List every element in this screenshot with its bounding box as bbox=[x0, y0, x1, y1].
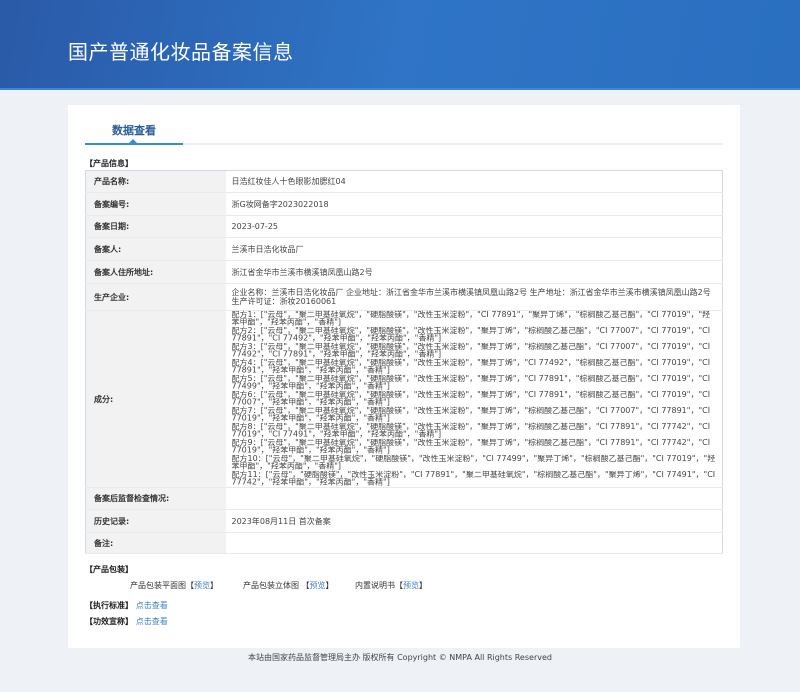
content-card: 数据查看 【产品信息】 产品名称: 日浩红妆佳人十色眼影加腮红04 备案编号: 浙G… bbox=[68, 105, 740, 648]
preview-link[interactable]: 预览 bbox=[310, 581, 326, 590]
bracket: 【 bbox=[186, 581, 194, 590]
table-row: 产品名称: 日浩红妆佳人十色眼影加腮红04 bbox=[85, 170, 723, 193]
formula: 配方6：["云母"，"聚二甲基硅氧烷"，"硬脂酸镁"，"改性玉米淀粉"，"聚异丁… bbox=[231, 390, 711, 407]
page-header: 国产普通化妆品备案信息 bbox=[0, 0, 800, 90]
table-row: 备案后监督检查情况: bbox=[85, 487, 723, 510]
formula: 配方3：["云母"，"聚二甲基硅氧烷"，"硬脂酸镁"，"改性玉米淀粉"，"聚异丁… bbox=[231, 342, 711, 359]
row-value: 日浩红妆佳人十色眼影加腮红04 bbox=[225, 170, 723, 193]
table-row: 历史记录: 2023年08月11日 首次备案 bbox=[85, 509, 723, 533]
formula: 配方4：["云母"，"聚二甲基硅氧烷"，"硬脂酸镁"，"改性玉米淀粉"，"聚异丁… bbox=[231, 358, 711, 375]
package-label: 产品包装立体图 bbox=[243, 581, 299, 590]
formula: 配方2：["云母"，"聚二甲基硅氧烷"，"硬脂酸镁"，"改性玉米淀粉"，"聚异丁… bbox=[231, 326, 711, 343]
efficacy-view-link[interactable]: 点击查看 bbox=[136, 617, 168, 626]
row-value: 2023年08月11日 首次备案 bbox=[225, 509, 723, 533]
row-label: 成分: bbox=[85, 310, 226, 488]
package-label: 内置说明书 bbox=[355, 581, 395, 590]
tab-data-view[interactable]: 数据查看 bbox=[85, 122, 183, 138]
formula: 配方8：["云母"，"聚二甲基硅氧烷"，"硬脂酸镁"，"改性玉米淀粉"，"聚异丁… bbox=[231, 422, 711, 439]
row-value bbox=[225, 532, 723, 554]
section-label: 【执行标准】 bbox=[85, 601, 133, 610]
package-flat-item: 产品包装平面图【预览】 bbox=[130, 580, 218, 591]
row-value bbox=[225, 487, 723, 510]
formula: 配方5：["云母"，"聚二甲基硅氧烷"，"硬脂酸镁"，"改性玉米淀粉"，"聚异丁… bbox=[231, 374, 711, 391]
row-value: 企业名称：兰溪市日浩化妆品厂 企业地址：浙江省金华市兰溪市横溪镇凤凰山路2号 生… bbox=[225, 283, 723, 311]
row-label: 备案人: bbox=[85, 237, 226, 261]
bracket: 】 bbox=[419, 581, 427, 590]
row-label: 备案编号: bbox=[85, 192, 226, 216]
section-product-info: 【产品信息】 bbox=[85, 159, 133, 168]
row-value: 浙G妆网备字2023022018 bbox=[225, 192, 723, 216]
preview-link[interactable]: 预览 bbox=[403, 581, 419, 590]
section-efficacy: 【功效宣称】 点击查看 bbox=[85, 616, 168, 627]
package-manual-item: 内置说明书【预览】 bbox=[355, 580, 427, 591]
package-3d-item: 产品包装立体图 【预览】 bbox=[243, 580, 334, 591]
footer-copyright: 本站由国家药品监督管理局主办 版权所有 Copyright © NMPA All… bbox=[248, 653, 552, 662]
package-label: 产品包装平面图 bbox=[130, 581, 186, 590]
row-label: 历史记录: bbox=[85, 509, 226, 533]
product-info-table: 产品名称: 日浩红妆佳人十色眼影加腮红04 备案编号: 浙G妆网备字20230220… bbox=[85, 170, 723, 554]
standard-view-link[interactable]: 点击查看 bbox=[136, 601, 168, 610]
table-row: 备案编号: 浙G妆网备字2023022018 bbox=[85, 192, 723, 216]
section-label: 【功效宣称】 bbox=[85, 617, 133, 626]
section-standard: 【执行标准】 点击查看 bbox=[85, 600, 168, 611]
section-packaging: 【产品包装】 bbox=[85, 565, 133, 574]
table-row: 生产企业: 企业名称：兰溪市日浩化妆品厂 企业地址：浙江省金华市兰溪市横溪镇凤凰山… bbox=[85, 283, 723, 311]
bracket: 【 bbox=[301, 581, 310, 590]
formula: 配方7：["云母"，"聚二甲基硅氧烷"，"硬脂酸镁"，"改性玉米淀粉"，"聚异丁… bbox=[231, 406, 711, 423]
bracket: 】 bbox=[210, 581, 218, 590]
formula: 配方9：["云母"，"聚二甲基硅氧烷"，"硬脂酸镁"，"改性玉米淀粉"，"聚异丁… bbox=[231, 438, 711, 455]
table-row: 备案人: 兰溪市日浩化妆品厂 bbox=[85, 237, 723, 261]
row-value: 2023-07-25 bbox=[225, 215, 723, 238]
table-row: 备案日期: 2023-07-25 bbox=[85, 215, 723, 238]
bracket: 【 bbox=[395, 581, 403, 590]
preview-link[interactable]: 预览 bbox=[194, 581, 210, 590]
table-row: 备案人住所地址: 浙江省金华市兰溪市横溪镇凤凰山路2号 bbox=[85, 260, 723, 284]
row-label: 备注: bbox=[85, 532, 226, 554]
formula: 配方1：["云母"，"聚二甲基硅氧烷"，"硬脂酸镁"，"改性玉米淀粉"，"CI … bbox=[231, 310, 711, 327]
row-label: 备案后监督检查情况: bbox=[85, 487, 226, 510]
row-value: 兰溪市日浩化妆品厂 bbox=[225, 237, 723, 261]
tab-underline bbox=[85, 139, 723, 145]
row-label: 备案人住所地址: bbox=[85, 260, 226, 284]
table-row: 备注: bbox=[85, 532, 723, 554]
ingredients-list: 配方1：["云母"，"聚二甲基硅氧烷"，"硬脂酸镁"，"改性玉米淀粉"，"CI … bbox=[225, 310, 723, 488]
row-value: 浙江省金华市兰溪市横溪镇凤凰山路2号 bbox=[225, 260, 723, 284]
bracket: 】 bbox=[325, 581, 334, 590]
row-label: 生产企业: bbox=[85, 283, 226, 311]
table-row-ingredients: 成分: 配方1：["云母"，"聚二甲基硅氧烷"，"硬脂酸镁"，"改性玉米淀粉"，… bbox=[85, 310, 723, 488]
row-label: 产品名称: bbox=[85, 170, 226, 193]
page-title: 国产普通化妆品备案信息 bbox=[68, 40, 294, 64]
row-label: 备案日期: bbox=[85, 215, 226, 238]
formula: 配方10：["云母"，"聚二甲基硅氧烷"，"硬脂酸镁"，"改性玉米淀粉"，"CI… bbox=[231, 454, 716, 471]
formula: 配方11：["云母"，"硬脂酸镁"，"改性玉米淀粉"，"CI 77891"，"聚… bbox=[231, 470, 716, 487]
